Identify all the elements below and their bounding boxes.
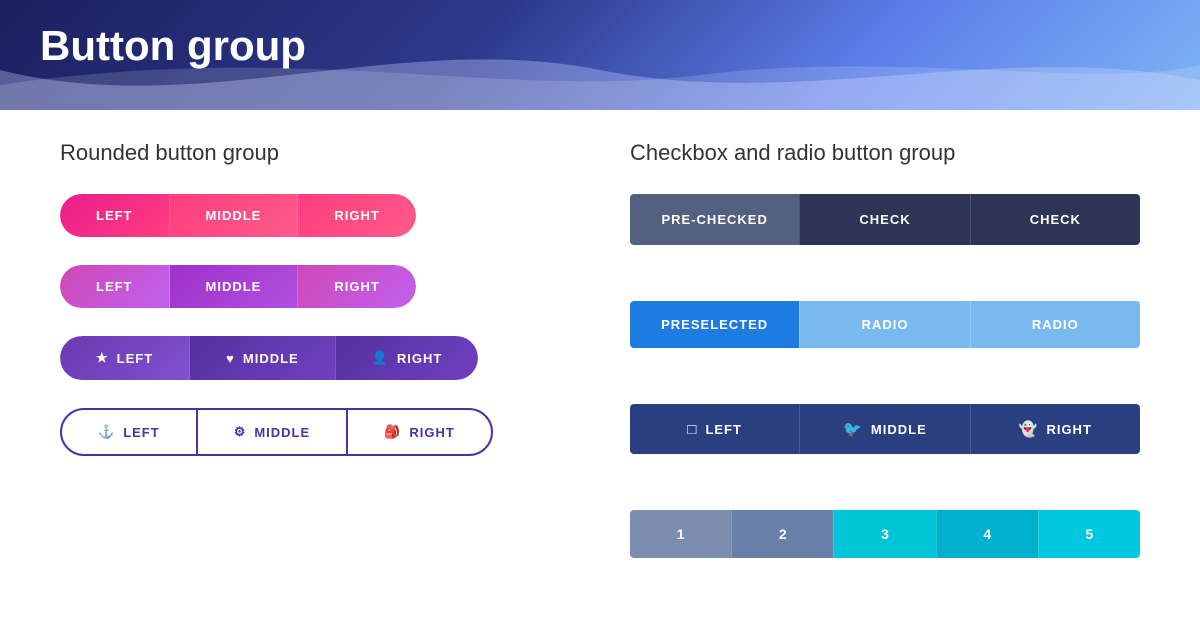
icon-dark-right[interactable]: 👤 RIGHT — [336, 336, 479, 380]
button-group-radio: PRESELECTED RADIO RADIO — [630, 301, 1140, 376]
checkbox-pre-checked[interactable]: PRE-CHECKED — [630, 194, 799, 245]
bag-icon: 🎒 — [384, 424, 401, 440]
instagram-icon: □ — [687, 421, 697, 438]
number-btn-1[interactable]: 1 — [630, 510, 731, 558]
number-btn-2[interactable]: 2 — [731, 510, 833, 558]
outline-group: ⚓ LEFT ⚙ MIDDLE 🎒 RIGHT — [60, 408, 493, 456]
star-icon: ★ — [96, 350, 109, 366]
button-group-pill-red: LEFT MIDDLE RIGHT — [60, 194, 570, 237]
button-group-social: □ LEFT 🐦 MIDDLE 👻 RIGHT — [630, 404, 1140, 482]
outline-left[interactable]: ⚓ LEFT — [62, 410, 198, 454]
heart-icon: ♥ — [226, 351, 235, 366]
button-group-numbers: 1 2 3 4 5 — [630, 510, 1140, 558]
checkbox-dark-group: PRE-CHECKED CHECK CHECK — [630, 194, 1140, 245]
checkbox-check-1[interactable]: CHECK — [799, 194, 969, 245]
outline-middle[interactable]: ⚙ MIDDLE — [198, 410, 349, 454]
user-icon: 👤 — [372, 350, 389, 366]
left-section: Rounded button group LEFT MIDDLE RIGHT L… — [60, 140, 570, 586]
icon-dark-group: ★ LEFT ♥ MIDDLE 👤 RIGHT — [60, 336, 478, 380]
radio-preselected[interactable]: PRESELECTED — [630, 301, 799, 348]
twitter-icon: 🐦 — [843, 420, 863, 438]
icon-dark-left[interactable]: ★ LEFT — [60, 336, 190, 380]
right-section-title: Checkbox and radio button group — [630, 140, 1140, 166]
left-section-title: Rounded button group — [60, 140, 570, 166]
checkbox-check-2[interactable]: CHECK — [970, 194, 1140, 245]
pill-red-group: LEFT MIDDLE RIGHT — [60, 194, 416, 237]
number-btn-3[interactable]: 3 — [833, 510, 935, 558]
page-title: Button group — [40, 22, 306, 70]
pill-purple-middle[interactable]: MIDDLE — [170, 265, 299, 308]
button-group-outline: ⚓ LEFT ⚙ MIDDLE 🎒 RIGHT — [60, 408, 570, 456]
pill-red-right[interactable]: RIGHT — [298, 194, 415, 237]
anchor-icon: ⚓ — [98, 424, 115, 440]
pill-red-middle[interactable]: MIDDLE — [170, 194, 299, 237]
icon-dark-middle[interactable]: ♥ MIDDLE — [190, 336, 336, 380]
number-btn-5[interactable]: 5 — [1038, 510, 1140, 558]
social-right[interactable]: 👻 RIGHT — [970, 404, 1140, 454]
pill-purple-right[interactable]: RIGHT — [298, 265, 415, 308]
right-section: Checkbox and radio button group PRE-CHEC… — [630, 140, 1140, 586]
pill-purple-group: LEFT MIDDLE RIGHT — [60, 265, 416, 308]
gear-icon: ⚙ — [234, 424, 247, 440]
header: Button group — [0, 0, 1200, 110]
button-group-pill-purple: LEFT MIDDLE RIGHT — [60, 265, 570, 308]
snapchat-icon: 👻 — [1019, 420, 1039, 438]
social-left[interactable]: □ LEFT — [630, 404, 799, 454]
button-group-icon-dark: ★ LEFT ♥ MIDDLE 👤 RIGHT — [60, 336, 570, 380]
button-group-checkbox: PRE-CHECKED CHECK CHECK — [630, 194, 1140, 273]
outline-right[interactable]: 🎒 RIGHT — [348, 410, 491, 454]
radio-btn-2[interactable]: RADIO — [970, 301, 1140, 348]
social-middle[interactable]: 🐦 MIDDLE — [799, 404, 969, 454]
pill-red-left[interactable]: LEFT — [60, 194, 170, 237]
radio-blue-group: PRESELECTED RADIO RADIO — [630, 301, 1140, 348]
main-content: Rounded button group LEFT MIDDLE RIGHT L… — [0, 110, 1200, 616]
social-group: □ LEFT 🐦 MIDDLE 👻 RIGHT — [630, 404, 1140, 454]
numbers-group: 1 2 3 4 5 — [630, 510, 1140, 558]
radio-btn-1[interactable]: RADIO — [799, 301, 969, 348]
pill-purple-left[interactable]: LEFT — [60, 265, 170, 308]
number-btn-4[interactable]: 4 — [936, 510, 1038, 558]
